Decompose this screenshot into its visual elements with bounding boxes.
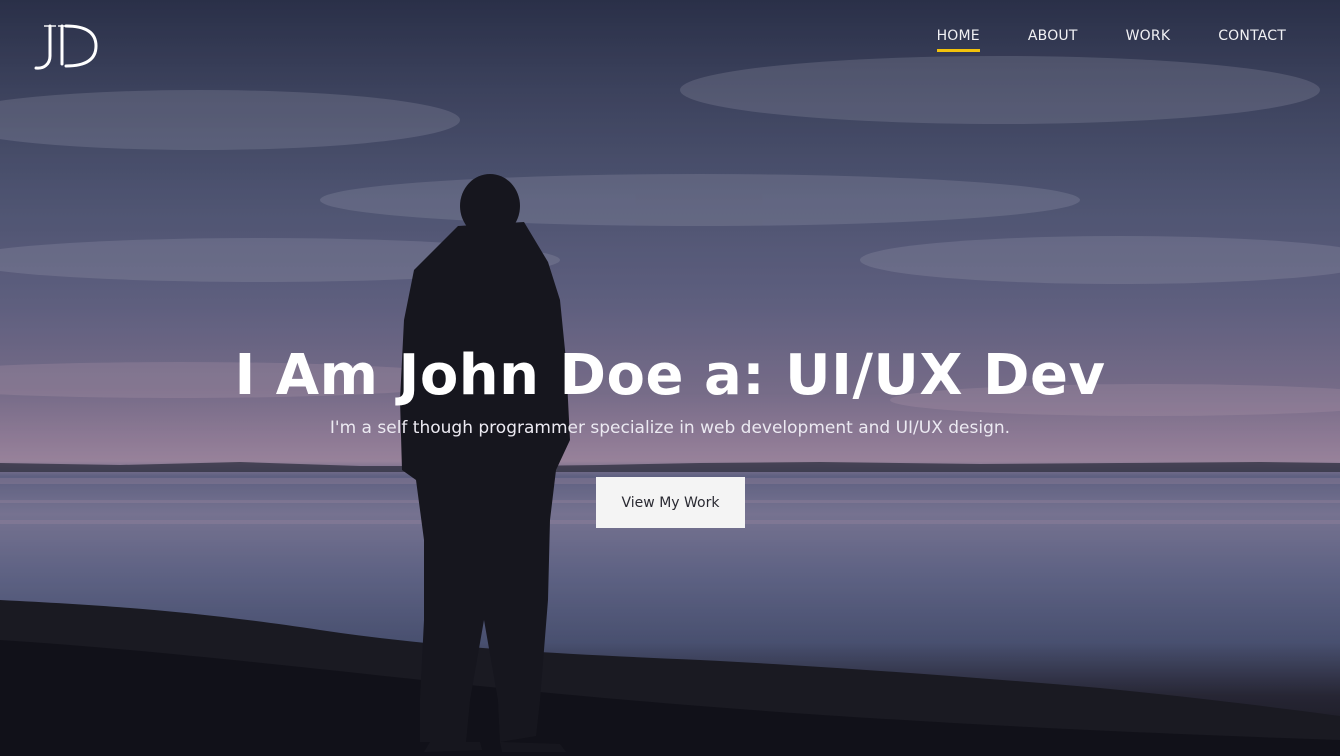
main-nav: HOME ABOUT WORK CONTACT [936,28,1286,52]
nav-home[interactable]: HOME [936,28,981,52]
nav-contact[interactable]: CONTACT [1218,28,1286,52]
nav-about[interactable]: ABOUT [1028,28,1078,52]
hero-subtitle: I'm a self though programmer specialize … [329,418,1011,438]
nav-work[interactable]: WORK [1126,28,1171,52]
view-my-work-button[interactable]: View My Work [596,477,745,528]
hero-title: I Am John Doe a: UI/UX Dev [234,343,1106,408]
jd-monogram-logo[interactable] [30,20,102,72]
